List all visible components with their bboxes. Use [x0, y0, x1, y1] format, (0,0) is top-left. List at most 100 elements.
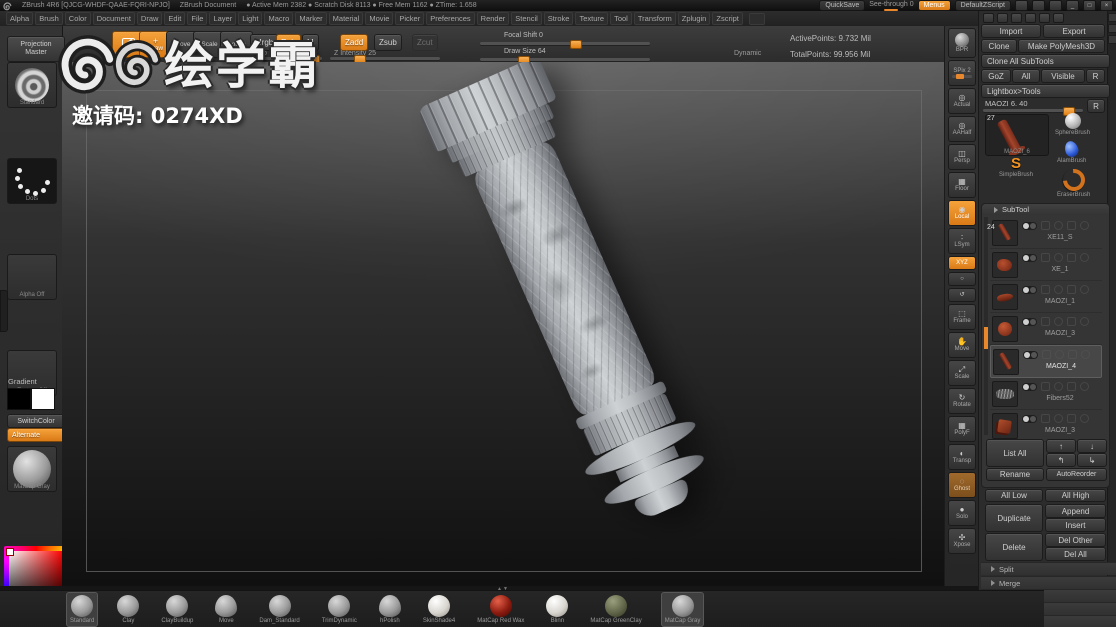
subtool-row[interactable]: MAOZI_3: [990, 410, 1102, 442]
del-other-button[interactable]: Del Other: [1045, 533, 1106, 547]
goz-visible-button[interactable]: Visible: [1041, 69, 1085, 83]
eye-toggle-icon[interactable]: [1022, 382, 1037, 391]
tray-material-skinshade4[interactable]: SkinShade4: [420, 593, 458, 626]
gradient-toggle[interactable]: Gradient: [8, 377, 37, 386]
current-stroke-thumbnail[interactable]: Dots: [7, 158, 57, 204]
zcut-button[interactable]: Zcut: [412, 34, 438, 51]
xyz-axis-button[interactable]: XYZ: [948, 256, 976, 270]
subtool-row[interactable]: XE_1: [990, 249, 1102, 281]
polyframe-button[interactable]: ▦ PolyF: [948, 416, 976, 442]
eye-toggle-icon[interactable]: [1022, 317, 1037, 326]
dock-icon[interactable]: [1011, 13, 1022, 23]
tray-material-blinn[interactable]: Blinn: [543, 593, 571, 626]
switch-color-button[interactable]: SwitchColor: [7, 414, 65, 428]
subtool-move-up-button[interactable]: ↰: [1046, 453, 1076, 467]
current-tool-thumbnail[interactable]: 27 MAOZI_6: [985, 114, 1049, 156]
lock-icon[interactable]: [1049, 0, 1062, 11]
quick-pick-alambrush[interactable]: AlamBrush: [1057, 139, 1086, 164]
eye-toggle-icon[interactable]: [1022, 414, 1037, 423]
document-canvas[interactable]: [62, 62, 944, 586]
alternate-button[interactable]: Alternate: [7, 428, 65, 442]
menu-alpha[interactable]: Alpha: [6, 12, 34, 25]
make-polymesh3d-button[interactable]: Make PolyMesh3D: [1018, 39, 1105, 53]
tray-brush-standard[interactable]: Standard: [66, 592, 99, 627]
subtool-thumbnail[interactable]: [992, 284, 1018, 310]
secondary-color-swatch[interactable]: [31, 388, 55, 410]
subtool-row-selected[interactable]: MAOZI_4: [990, 345, 1102, 378]
duplicate-button[interactable]: Duplicate: [985, 504, 1043, 532]
tray-material-matcap-red-wax[interactable]: MatCap Red Wax: [474, 593, 527, 626]
z-axis-icon-button[interactable]: ↺: [948, 288, 976, 302]
subtool-thumbnail[interactable]: [992, 252, 1018, 278]
menu-texture[interactable]: Texture: [575, 12, 609, 25]
menus-button[interactable]: Menus: [917, 0, 951, 11]
tool-export-button[interactable]: Export: [1043, 24, 1105, 38]
menu-edit[interactable]: Edit: [164, 12, 186, 25]
quicksave-button[interactable]: QuickSave: [819, 0, 866, 11]
tool-name-slider[interactable]: [983, 107, 1083, 116]
eye-toggle-icon[interactable]: [1023, 350, 1038, 359]
solo-button[interactable]: ● Solo: [948, 500, 976, 526]
eye-toggle-icon[interactable]: [1022, 221, 1037, 230]
del-all-button[interactable]: Del All: [1045, 547, 1106, 561]
menu-stencil[interactable]: Stencil: [511, 12, 542, 25]
tray-brush-move[interactable]: Move: [212, 593, 240, 626]
tray-brush-hpolish[interactable]: hPolish: [376, 593, 404, 626]
palette-icon[interactable]: [1015, 0, 1028, 11]
subtool-header[interactable]: SubTool: [982, 204, 1109, 215]
menu-macro[interactable]: Macro: [264, 12, 294, 25]
section-split[interactable]: Split: [981, 562, 1116, 575]
actual-size-button[interactable]: ◎ Actual: [948, 88, 976, 114]
subtool-thumbnail[interactable]: [992, 220, 1018, 246]
xpose-button[interactable]: ✣ Xpose: [948, 528, 976, 554]
subtool-row[interactable]: MAOZI_1: [990, 281, 1102, 313]
transparency-button[interactable]: ◐ Transp: [948, 444, 976, 470]
quick-pick-simplebrush[interactable]: S SimpleBrush: [999, 156, 1033, 178]
subtool-thumbnail[interactable]: [992, 316, 1018, 342]
layout-icon[interactable]: [1032, 0, 1045, 11]
subtool-move-down-button[interactable]: ↳: [1077, 453, 1107, 467]
subtool-row[interactable]: XE11_S: [990, 217, 1102, 249]
menu-light[interactable]: Light: [238, 12, 263, 25]
zsub-button[interactable]: Zsub: [374, 34, 402, 51]
focal-shift-slider[interactable]: [480, 40, 650, 49]
draw-size-slider[interactable]: [480, 56, 650, 65]
main-color-swatch[interactable]: [7, 388, 31, 410]
subtool-thumbnail[interactable]: [992, 381, 1018, 407]
dynamic-label[interactable]: Dynamic: [734, 50, 761, 57]
spix-slider[interactable]: SPix 2: [948, 60, 976, 86]
menu-marker[interactable]: Marker: [295, 12, 327, 25]
move-canvas-button[interactable]: ✋ Move: [948, 332, 976, 358]
eye-toggle-icon[interactable]: [1022, 285, 1037, 294]
subtool-row[interactable]: Fibers52: [990, 378, 1102, 410]
y-axis-icon-button[interactable]: ○: [948, 272, 976, 286]
dock-icon[interactable]: [983, 13, 994, 23]
tray-brush-dam-standard[interactable]: Dam_Standard: [256, 593, 302, 626]
menu-draw[interactable]: Draw: [136, 12, 163, 25]
local-transform-button[interactable]: ◉ Local: [948, 200, 976, 226]
menu-layer[interactable]: Layer: [209, 12, 237, 25]
menu-transform[interactable]: Transform: [633, 12, 676, 25]
left-tray-divider[interactable]: [0, 290, 8, 332]
current-material-thumbnail[interactable]: MatCap Gray: [7, 446, 57, 492]
tool-import-button[interactable]: Import: [981, 24, 1041, 38]
rotate-canvas-button[interactable]: ↻ Rotate: [948, 388, 976, 414]
tool-slider-r-button[interactable]: R: [1087, 99, 1105, 113]
append-button[interactable]: Append: [1045, 504, 1106, 518]
subtool-thumbnail[interactable]: [992, 413, 1018, 439]
frame-button[interactable]: ⬚ Frame: [948, 304, 976, 330]
tray-material-matcap-greenclay[interactable]: MatCap GreenClay: [587, 593, 644, 626]
autoreorder-button[interactable]: AutoReorder: [1046, 468, 1107, 481]
quick-pick-spherebrush[interactable]: SphereBrush: [1055, 113, 1090, 136]
all-high-button[interactable]: All High: [1045, 489, 1106, 502]
perspective-button[interactable]: ◫ Persp: [948, 144, 976, 170]
bpr-render-button[interactable]: BPR: [948, 28, 976, 58]
subtool-scrollbar[interactable]: [984, 217, 988, 435]
goz-button[interactable]: GoZ: [981, 69, 1011, 83]
rename-button[interactable]: Rename: [986, 468, 1044, 481]
menu-stroke[interactable]: Stroke: [543, 12, 574, 25]
clone-all-subtools-button[interactable]: Clone All SubTools: [981, 54, 1110, 68]
menu-document[interactable]: Document: [92, 12, 135, 25]
see-through-slider[interactable]: See-through 0: [869, 1, 914, 11]
menu-picker[interactable]: Picker: [395, 12, 425, 25]
